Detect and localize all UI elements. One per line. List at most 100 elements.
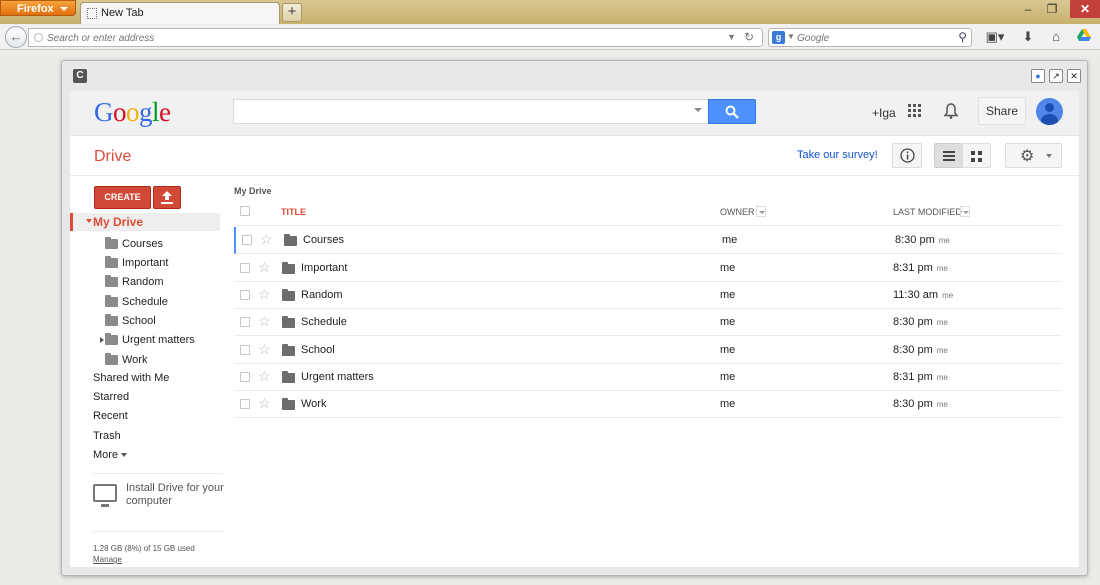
browser-navbar: ← ▼ ↻ g ▼ ⚲ ▣▾ ⬇ ⌂ [0, 24, 1100, 50]
row-checkbox[interactable] [242, 235, 252, 245]
new-tab-button[interactable]: + [282, 3, 302, 22]
browser-tab[interactable]: New Tab [80, 2, 280, 24]
star-icon[interactable]: ☆ [258, 259, 271, 276]
star-icon[interactable]: ☆ [258, 368, 271, 385]
engine-dropdown-icon[interactable]: ▼ [787, 32, 795, 41]
create-button[interactable]: CREATE [94, 186, 151, 209]
collapse-arrow-icon[interactable] [86, 219, 92, 223]
list-view-button[interactable] [934, 143, 963, 168]
modified-sort-icon[interactable] [960, 206, 970, 217]
star-icon[interactable]: ☆ [258, 313, 271, 330]
search-options-icon[interactable] [694, 108, 702, 112]
share-button[interactable]: Share [978, 97, 1026, 125]
breadcrumb[interactable]: My Drive [234, 186, 272, 196]
row-checkbox[interactable] [240, 399, 250, 409]
star-icon[interactable]: ☆ [258, 286, 271, 303]
storage-quota: 1.28 GB (8%) of 15 GB used Manage [93, 531, 223, 564]
row-title[interactable]: School [301, 344, 335, 356]
row-checkbox[interactable] [240, 290, 250, 300]
row-checkbox[interactable] [240, 372, 250, 382]
sidebar-item-more[interactable]: More [93, 449, 128, 461]
row-title[interactable]: Work [301, 398, 326, 410]
search-button[interactable] [708, 99, 756, 124]
grid-view-button[interactable] [962, 143, 991, 168]
row-checkbox[interactable] [240, 263, 250, 273]
address-bar[interactable]: ▼ ↻ [28, 28, 763, 47]
restore-icon[interactable]: ❐ [1042, 2, 1062, 16]
sidebar-item-starred[interactable]: Starred [93, 391, 129, 403]
close-window-button[interactable]: ✕ [1070, 0, 1100, 18]
google-logo[interactable]: Google [94, 97, 171, 128]
table-row[interactable]: ☆ Important me 8:31 pm me [234, 255, 1062, 282]
sidebar-item-recent[interactable]: Recent [93, 410, 128, 422]
table-row[interactable]: ☆ Courses me 8:30 pm me [234, 227, 1062, 254]
page-title[interactable]: Drive [94, 148, 131, 166]
drive-search-input[interactable] [240, 104, 680, 120]
column-owner[interactable]: OWNER [720, 207, 755, 217]
grid-view-icon [971, 151, 982, 162]
quota-text: 1.28 GB (8%) of 15 GB used [93, 544, 195, 553]
firefox-menu-button[interactable]: Firefox [0, 0, 76, 16]
bookmarks-icon[interactable]: ▣▾ [982, 29, 1008, 45]
table-row[interactable]: ☆ Random me 11:30 am me [234, 282, 1062, 309]
apps-grid-icon[interactable] [908, 104, 922, 118]
notification-bell-icon[interactable] [943, 103, 959, 122]
select-all-checkbox[interactable] [240, 206, 250, 216]
modified-time: 8:31 pm [893, 371, 933, 383]
folder-icon [105, 295, 118, 307]
table-row[interactable]: ☆ School me 8:30 pm me [234, 337, 1062, 364]
download-icon[interactable]: ⬇ [1018, 29, 1038, 45]
row-title[interactable]: Random [301, 289, 343, 301]
back-arrow-icon[interactable]: ← [5, 26, 27, 48]
modified-time: 8:30 pm [893, 344, 933, 356]
install-drive-promo[interactable]: Install Drive for your computer [93, 473, 224, 513]
computer-icon [93, 484, 117, 507]
column-last-modified[interactable]: LAST MODIFIED [893, 207, 962, 217]
row-checkbox[interactable] [240, 317, 250, 327]
column-title[interactable]: TITLE [281, 207, 306, 217]
home-icon[interactable]: ⌂ [1046, 29, 1066, 45]
star-icon[interactable]: ☆ [258, 341, 271, 358]
row-title[interactable]: Urgent matters [301, 371, 374, 383]
address-input[interactable] [47, 31, 727, 45]
avatar[interactable] [1036, 98, 1063, 125]
table-row[interactable]: ☆ Urgent matters me 8:31 pm me [234, 364, 1062, 391]
row-title[interactable]: Important [301, 262, 347, 274]
survey-link[interactable]: Take our survey! [797, 149, 878, 161]
table-row[interactable]: ☆ Schedule me 8:30 pm me [234, 309, 1062, 336]
panel-info-icon[interactable]: ● [1031, 69, 1045, 83]
web-search-bar[interactable]: g ▼ ⚲ [768, 28, 972, 47]
drive-extension-icon[interactable] [1074, 29, 1094, 45]
row-owner: me [720, 344, 736, 356]
drive-search-box[interactable] [233, 99, 709, 124]
sidebar-item-trash[interactable]: Trash [93, 430, 121, 442]
owner-sort-icon[interactable] [756, 206, 766, 217]
settings-button[interactable]: ⚙ [1005, 143, 1062, 168]
sidebar-item-my-drive[interactable]: My Drive [70, 213, 220, 231]
expand-arrow-icon[interactable] [100, 337, 104, 343]
row-checkbox[interactable] [240, 345, 250, 355]
modified-time: 8:30 pm [895, 234, 935, 246]
star-icon[interactable]: ☆ [260, 231, 273, 248]
minimize-icon[interactable]: – [1018, 2, 1038, 16]
row-title[interactable]: Courses [303, 234, 344, 246]
folder-icon [282, 316, 295, 328]
reload-icon[interactable]: ↻ [744, 30, 754, 44]
details-button[interactable] [892, 143, 922, 168]
table-row[interactable]: ☆ Work me 8:30 pm me [234, 391, 1062, 418]
manage-storage-link[interactable]: Manage [93, 555, 223, 564]
google-plus-link[interactable]: +Iga [872, 106, 896, 120]
logo-letter: g [139, 97, 153, 127]
google-engine-icon[interactable]: g [772, 31, 785, 44]
sidebar-item-shared[interactable]: Shared with Me [93, 372, 169, 384]
pin-icon[interactable]: ↗ [1049, 69, 1063, 83]
dropdown-arrow-icon[interactable]: ▼ [727, 32, 736, 42]
web-search-input[interactable] [797, 31, 942, 45]
row-title[interactable]: Schedule [301, 316, 347, 328]
magnifier-icon[interactable]: ⚲ [958, 30, 967, 44]
modified-by: me [942, 291, 954, 300]
panel-close-icon[interactable]: ✕ [1067, 69, 1081, 83]
star-icon[interactable]: ☆ [258, 395, 271, 412]
upload-button[interactable] [153, 186, 181, 209]
modified-by: me [936, 400, 948, 409]
